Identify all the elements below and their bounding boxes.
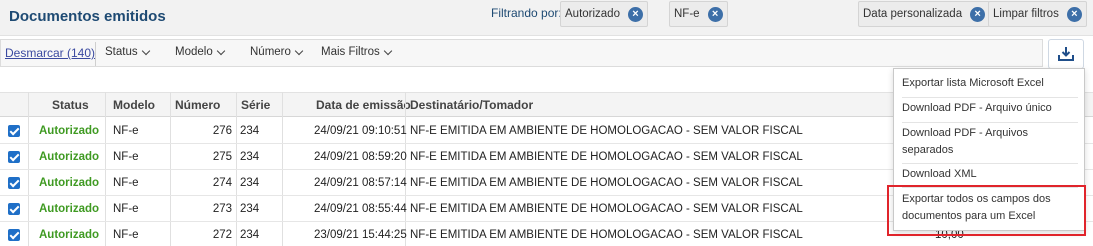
- column-header-modelo[interactable]: Modelo: [113, 98, 155, 112]
- serie-cell: 234: [240, 203, 260, 215]
- modelo-cell: NF-e: [113, 125, 139, 137]
- serie-cell: 234: [240, 177, 260, 189]
- data-cell: 23/09/21 15:44:25: [314, 229, 407, 241]
- serie-cell: 234: [240, 151, 260, 163]
- data-cell: 24/09/21 08:57:14: [314, 177, 407, 189]
- menu-item-download-xml[interactable]: Download XML: [902, 166, 1078, 183]
- column-header-data[interactable]: Data de emissão: [316, 98, 411, 112]
- download-tray-icon: [1058, 47, 1074, 61]
- menu-divider: [902, 122, 1078, 123]
- page-header: Documentos emitidos Filtrando por: Autor…: [0, 0, 1093, 36]
- dropdown-label: Modelo: [175, 46, 213, 58]
- clear-filters-chip: Limpar filtros ×: [988, 1, 1087, 27]
- numero-cell: 275: [212, 151, 232, 163]
- mais-filtros-dropdown[interactable]: Mais Filtros: [321, 46, 393, 58]
- close-circle-icon[interactable]: ×: [707, 6, 723, 22]
- close-circle-icon[interactable]: ×: [970, 6, 986, 22]
- chip-label: NF-e: [674, 8, 700, 20]
- data-cell: 24/09/21 08:55:44: [314, 203, 407, 215]
- column-header-status[interactable]: Status: [52, 98, 89, 112]
- status-cell: Autorizado: [39, 151, 100, 163]
- export-button[interactable]: [1048, 39, 1084, 69]
- column-header-numero[interactable]: Número: [175, 98, 220, 112]
- status-cell: Autorizado: [39, 229, 100, 241]
- menu-divider: [902, 163, 1078, 164]
- column-header-serie[interactable]: Série: [241, 98, 270, 112]
- chevron-down-icon: [216, 46, 225, 55]
- row-checkbox[interactable]: [8, 177, 20, 189]
- destinatario-cell: NF-E EMITIDA EM AMBIENTE DE HOMOLOGACAO …: [410, 125, 803, 137]
- chip-label: Limpar filtros: [993, 8, 1059, 20]
- status-cell: Autorizado: [39, 177, 100, 189]
- status-cell: Autorizado: [39, 203, 100, 215]
- modelo-cell: NF-e: [113, 177, 139, 189]
- dropdown-label: Número: [250, 46, 291, 58]
- row-checkbox[interactable]: [8, 125, 20, 137]
- numero-filter-dropdown[interactable]: Número: [250, 46, 304, 58]
- serie-cell: 234: [240, 229, 260, 241]
- modelo-cell: NF-e: [113, 203, 139, 215]
- toolbar-divider: [95, 42, 96, 66]
- data-cell: 24/09/21 08:59:20: [314, 151, 407, 163]
- chip-label: Autorizado: [565, 8, 620, 20]
- numero-cell: 273: [212, 203, 232, 215]
- destinatario-cell: NF-E EMITIDA EM AMBIENTE DE HOMOLOGACAO …: [410, 203, 803, 215]
- filter-toolbar: Desmarcar (140) Status Modelo Número Mai…: [0, 39, 1043, 67]
- desmarcar-link[interactable]: Desmarcar (140): [5, 46, 95, 60]
- numero-cell: 276: [212, 125, 232, 137]
- menu-item-pdf-separados[interactable]: Download PDF - Arquivos separados: [902, 125, 1078, 159]
- menu-item-export-excel[interactable]: Exportar lista Microsoft Excel: [902, 75, 1078, 92]
- menu-divider: [902, 97, 1078, 98]
- status-filter-dropdown[interactable]: Status: [105, 46, 150, 58]
- dropdown-label: Mais Filtros: [321, 46, 380, 58]
- page-title: Documentos emitidos: [9, 8, 166, 25]
- close-circle-icon[interactable]: ×: [627, 6, 643, 22]
- modelo-filter-dropdown[interactable]: Modelo: [175, 46, 225, 58]
- filter-chip-autorizado: Autorizado ×: [560, 1, 648, 27]
- numero-cell: 272: [212, 229, 232, 241]
- close-circle-icon[interactable]: ×: [1066, 6, 1082, 22]
- serie-cell: 234: [240, 125, 260, 137]
- column-header-destinatario[interactable]: Destinatário/Tomador: [410, 98, 533, 112]
- data-cell: 24/09/21 09:10:51: [314, 125, 407, 137]
- chevron-down-icon: [383, 46, 393, 55]
- chip-label: Data personalizada: [863, 8, 963, 20]
- modelo-cell: NF-e: [113, 151, 139, 163]
- numero-cell: 274: [212, 177, 232, 189]
- row-checkbox[interactable]: [8, 151, 20, 163]
- chevron-down-icon: [141, 46, 150, 55]
- row-checkbox[interactable]: [8, 229, 20, 241]
- menu-item-pdf-unico[interactable]: Download PDF - Arquivo único: [902, 100, 1078, 117]
- destinatario-cell: NF-E EMITIDA EM AMBIENTE DE HOMOLOGACAO …: [410, 229, 803, 241]
- filter-label: Filtrando por:: [491, 6, 562, 20]
- destinatario-cell: NF-E EMITIDA EM AMBIENTE DE HOMOLOGACAO …: [410, 151, 803, 163]
- destinatario-cell: NF-E EMITIDA EM AMBIENTE DE HOMOLOGACAO …: [410, 177, 803, 189]
- row-checkbox[interactable]: [8, 203, 20, 215]
- status-cell: Autorizado: [39, 125, 100, 137]
- highlight-box: [887, 185, 1086, 236]
- filter-chip-nfe: NF-e ×: [669, 1, 728, 27]
- filter-chip-data-personalizada: Data personalizada ×: [858, 1, 991, 27]
- chevron-down-icon: [294, 46, 304, 55]
- modelo-cell: NF-e: [113, 229, 139, 241]
- dropdown-label: Status: [105, 46, 138, 58]
